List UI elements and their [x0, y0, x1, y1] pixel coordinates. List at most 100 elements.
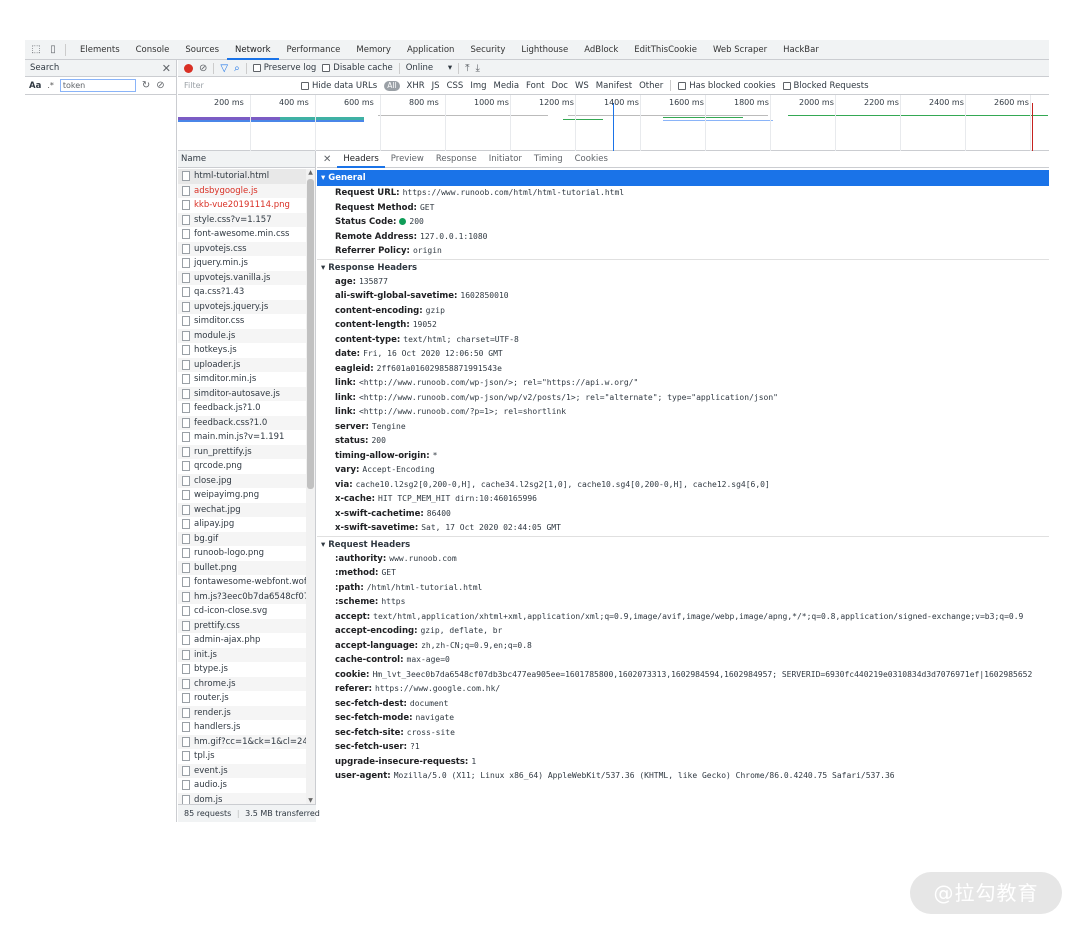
device-toolbar-icon[interactable]: ▯	[47, 44, 59, 56]
has-blocked-cookies-checkbox[interactable]: Has blocked cookies	[678, 81, 776, 91]
tab-adblock[interactable]: AdBlock	[576, 40, 626, 60]
request-list-scrollbar[interactable]: ▲ ▼	[306, 169, 315, 804]
request-row[interactable]: qa.css?1.43	[178, 285, 306, 300]
export-har-icon[interactable]: ⤓	[476, 63, 480, 74]
filter-type-img[interactable]: Img	[470, 81, 486, 91]
detail-tab-headers[interactable]: Headers	[337, 151, 385, 168]
tab-hackbar[interactable]: HackBar	[775, 40, 827, 60]
request-row[interactable]: event.js	[178, 763, 306, 778]
import-har-icon[interactable]: ⤒	[465, 63, 469, 74]
request-row[interactable]: audio.js	[178, 778, 306, 793]
tab-memory[interactable]: Memory	[348, 40, 399, 60]
request-row[interactable]: router.js	[178, 691, 306, 706]
request-row[interactable]: init.js	[178, 647, 306, 662]
tab-application[interactable]: Application	[399, 40, 463, 60]
search-icon[interactable]: ⌕	[234, 63, 240, 74]
request-row[interactable]: simditor.min.js	[178, 372, 306, 387]
match-case-button[interactable]: Aa	[29, 81, 41, 91]
request-row[interactable]: render.js	[178, 705, 306, 720]
request-row[interactable]: chrome.js	[178, 676, 306, 691]
request-row[interactable]: module.js	[178, 328, 306, 343]
tab-security[interactable]: Security	[462, 40, 513, 60]
refresh-icon[interactable]: ↻	[142, 80, 150, 91]
request-row[interactable]: handlers.js	[178, 720, 306, 735]
tab-console[interactable]: Console	[128, 40, 178, 60]
name-column-header[interactable]: Name	[178, 151, 315, 168]
request-row[interactable]: bullet.png	[178, 560, 306, 575]
request-row[interactable]: tpl.js	[178, 749, 306, 764]
disable-cache-checkbox[interactable]: Disable cache	[322, 63, 393, 73]
request-row[interactable]: simditor-autosave.js	[178, 386, 306, 401]
request-row[interactable]: close.jpg	[178, 473, 306, 488]
request-row[interactable]: prettify.css	[178, 618, 306, 633]
close-icon[interactable]: ✕	[162, 62, 171, 75]
request-row[interactable]: style.css?v=1.157	[178, 212, 306, 227]
blocked-requests-checkbox[interactable]: Blocked Requests	[782, 81, 869, 91]
preserve-log-checkbox[interactable]: Preserve log	[252, 63, 316, 73]
request-row[interactable]: upvotejs.css	[178, 241, 306, 256]
request-row[interactable]: dom.js	[178, 792, 306, 804]
tab-web-scraper[interactable]: Web Scraper	[705, 40, 775, 60]
clear-icon[interactable]: ⊘	[156, 80, 164, 91]
request-row[interactable]: feedback.css?1.0	[178, 415, 306, 430]
inspect-element-icon[interactable]: ⬚	[30, 44, 42, 56]
close-detail-icon[interactable]: ✕	[317, 154, 337, 165]
regex-button[interactable]: .*	[47, 81, 54, 90]
request-row[interactable]: jquery.min.js	[178, 256, 306, 271]
request-row[interactable]: alipay.jpg	[178, 517, 306, 532]
scroll-down-icon[interactable]: ▼	[306, 797, 315, 804]
request-row[interactable]: simditor.css	[178, 314, 306, 329]
request-row[interactable]: bg.gif	[178, 531, 306, 546]
request-row[interactable]: qrcode.png	[178, 459, 306, 474]
filter-all-pill[interactable]: All	[384, 80, 400, 91]
hide-data-urls-checkbox[interactable]: Hide data URLs	[301, 81, 377, 91]
request-row[interactable]: hotkeys.js	[178, 343, 306, 358]
request-row[interactable]: upvotejs.vanilla.js	[178, 270, 306, 285]
tab-network[interactable]: Network	[227, 40, 279, 60]
request-headers-section-header[interactable]: ▾ Request Headers	[317, 535, 1049, 552]
general-section-header[interactable]: ▾ General	[317, 170, 1049, 186]
scrollbar-thumb[interactable]	[307, 179, 314, 489]
detail-tab-initiator[interactable]: Initiator	[483, 151, 528, 168]
request-row[interactable]: hm.gif?cc=1&ck=1&cl=24-bit.	[178, 734, 306, 749]
request-row[interactable]: run_prettify.js	[178, 444, 306, 459]
search-input[interactable]: token	[59, 79, 136, 92]
request-row[interactable]: uploader.js	[178, 357, 306, 372]
clear-log-icon[interactable]: ⊘	[199, 63, 207, 74]
filter-type-other[interactable]: Other	[639, 81, 663, 91]
request-row[interactable]: adsbygoogle.js	[178, 183, 306, 198]
request-row[interactable]: upvotejs.jquery.js	[178, 299, 306, 314]
detail-tab-response[interactable]: Response	[430, 151, 483, 168]
request-row[interactable]: admin-ajax.php	[178, 633, 306, 648]
record-icon[interactable]	[184, 63, 193, 73]
timeline-overview[interactable]: 200 ms 400 ms 600 ms 800 ms 1000 ms 1200 ms 14…	[178, 95, 1049, 151]
filter-type-css[interactable]: CSS	[447, 81, 464, 91]
request-row[interactable]: wechat.jpg	[178, 502, 306, 517]
filter-type-font[interactable]: Font	[526, 81, 545, 91]
request-row[interactable]: main.min.js?v=1.191	[178, 430, 306, 445]
tab-editthiscookie[interactable]: EditThisCookie	[626, 40, 705, 60]
filter-type-ws[interactable]: WS	[575, 81, 589, 91]
request-row[interactable]: fontawesome-webfont.woff.	[178, 575, 306, 590]
tab-elements[interactable]: Elements	[72, 40, 128, 60]
request-row[interactable]: html-tutorial.html	[178, 169, 306, 184]
tab-performance[interactable]: Performance	[279, 40, 349, 60]
scroll-up-icon[interactable]: ▲	[306, 169, 315, 176]
response-headers-section-header[interactable]: ▾ Response Headers	[317, 258, 1049, 275]
filter-type-manifest[interactable]: Manifest	[596, 81, 632, 91]
tab-sources[interactable]: Sources	[177, 40, 227, 60]
request-row[interactable]: kkb-vue20191114.png	[178, 198, 306, 213]
filter-icon[interactable]: ▽	[220, 63, 228, 74]
filter-type-xhr[interactable]: XHR	[407, 81, 425, 91]
request-row[interactable]: hm.js?3eec0b7da6548cf07db	[178, 589, 306, 604]
detail-tab-cookies[interactable]: Cookies	[569, 151, 614, 168]
filter-input[interactable]: Filter	[184, 81, 294, 90]
request-row[interactable]: weipayimg.png	[178, 488, 306, 503]
request-row[interactable]: font-awesome.min.css	[178, 227, 306, 242]
filter-type-js[interactable]: JS	[432, 81, 440, 91]
detail-tab-timing[interactable]: Timing	[528, 151, 569, 168]
filter-type-media[interactable]: Media	[494, 81, 520, 91]
request-row[interactable]: feedback.js?1.0	[178, 401, 306, 416]
request-row[interactable]: runoob-logo.png	[178, 546, 306, 561]
detail-tab-preview[interactable]: Preview	[385, 151, 430, 168]
